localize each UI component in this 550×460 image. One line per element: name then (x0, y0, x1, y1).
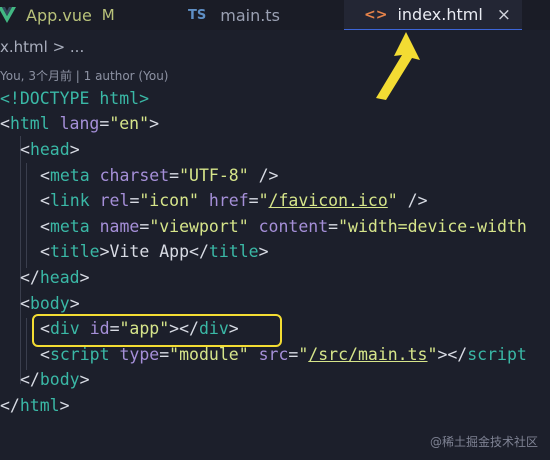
html-code-icon: <> (364, 6, 388, 23)
code-line: </head> (20, 268, 90, 287)
code-line: <link rel="icon" href="/favicon.ico" /> (40, 191, 428, 210)
code-line: </html> (0, 396, 70, 415)
indent-guide (20, 136, 21, 384)
git-blame-annotation[interactable]: You, 3个月前 | 1 author (You) (0, 67, 168, 84)
tab-app-vue[interactable]: App.vue M (0, 0, 115, 30)
breadcrumb[interactable]: x.html > ... (0, 38, 84, 60)
vue-icon (0, 7, 16, 23)
code-line: <meta charset="UTF-8" /> (40, 166, 279, 185)
highlight-box (32, 314, 282, 347)
tab-index-html[interactable]: <> index.html × (344, 0, 522, 30)
arrow-annotation-icon (376, 32, 420, 100)
watermark: @稀土掘金技术社区 (429, 435, 538, 449)
tab-label: main.ts (220, 5, 280, 25)
code-line: <head> (20, 140, 80, 159)
code-line: <meta name="viewport" content="width=dev… (40, 217, 527, 236)
tab-label: index.html (397, 5, 483, 24)
close-icon[interactable]: × (497, 5, 511, 25)
indent-guide (26, 163, 27, 268)
typescript-icon: TS (188, 7, 207, 23)
code-text: <!DOCTYPE html> (0, 89, 150, 108)
code-line: <title>Vite App</title> (40, 242, 269, 261)
tab-main-ts[interactable]: TS main.ts (188, 0, 280, 30)
code-line: <!DOCTYPE html> (0, 86, 149, 111)
tab-bar: App.vue M TS main.ts <> index.html × (0, 0, 550, 30)
indent-guide (26, 318, 27, 370)
code-line: </body> (20, 370, 90, 389)
tab-label: App.vue (26, 5, 92, 25)
code-line: <html lang="en"> (0, 114, 159, 133)
modified-badge: M (101, 6, 115, 24)
code-line: <body> (20, 294, 80, 313)
